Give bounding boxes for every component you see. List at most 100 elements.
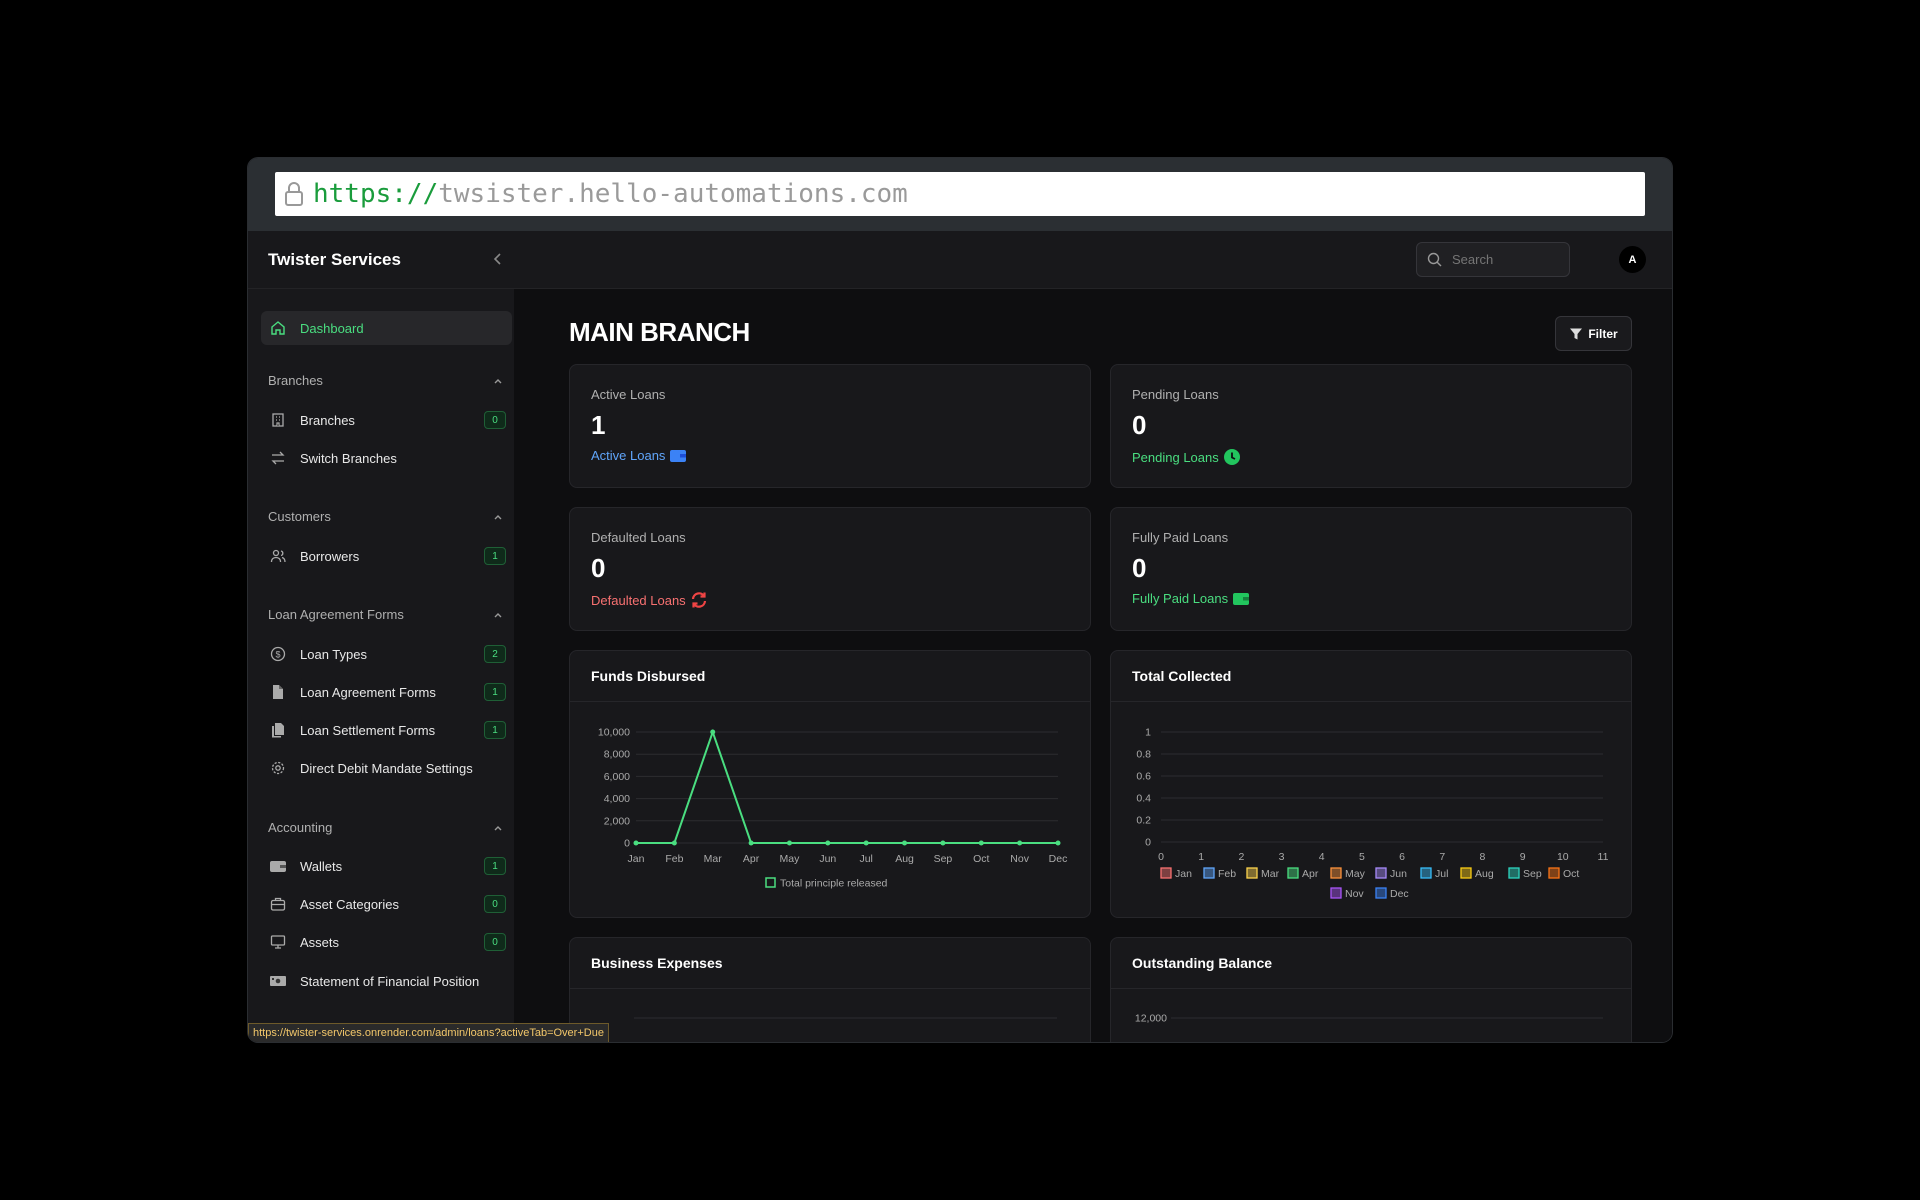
card-label: Pending Loans bbox=[1132, 387, 1219, 402]
gear-icon bbox=[269, 759, 287, 777]
card-label: Active Loans bbox=[591, 387, 666, 402]
sidebar-item-loan-settlement-forms[interactable]: Loan Settlement Forms 1 bbox=[261, 713, 512, 747]
x-tick-label: 7 bbox=[1439, 851, 1445, 863]
legend-label: Feb bbox=[1218, 868, 1236, 880]
section-loan-agreement-forms[interactable]: Loan Agreement Forms bbox=[268, 607, 504, 622]
legend-swatch bbox=[1246, 867, 1258, 879]
data-point bbox=[825, 840, 831, 846]
sidebar: Dashboard Branches Branches 0 Switch Bra… bbox=[248, 289, 514, 1042]
x-tick-label: May bbox=[780, 853, 801, 865]
sidebar-item-statement-of-financial-position[interactable]: Statement of Financial Position bbox=[261, 964, 512, 998]
panel-outstanding-balance: Outstanding Balance 12,000 bbox=[1110, 937, 1632, 1042]
x-tick-label: 3 bbox=[1279, 851, 1285, 863]
legend-label: Sep bbox=[1523, 868, 1542, 880]
search-input[interactable] bbox=[1450, 251, 1564, 268]
legend-label: Apr bbox=[1302, 868, 1319, 880]
x-tick-label: Jul bbox=[859, 853, 872, 865]
total-collected-chart: 00.20.40.60.810 1 2 3 4 5 6 7 8 9 10 11Jan Feb Mar Apr… bbox=[1136, 727, 1609, 901]
clock-icon bbox=[1223, 449, 1240, 465]
funds-disbursed-chart: 0 2,000 4,000 6,000 8,000 10,000 Jan Feb Mar Apr M… bbox=[598, 727, 1067, 890]
legend-swatch bbox=[1375, 867, 1387, 879]
legend-label: Jan bbox=[1175, 868, 1192, 880]
sidebar-item-borrowers[interactable]: Borrowers 1 bbox=[261, 539, 512, 573]
card-link-label: Fully Paid Loans bbox=[1132, 591, 1229, 606]
legend-swatch bbox=[1203, 867, 1215, 879]
sidebar-item-branches[interactable]: Branches 0 bbox=[261, 403, 512, 437]
arrows-swap-icon bbox=[269, 449, 287, 467]
refresh-icon bbox=[691, 592, 706, 608]
section-accounting[interactable]: Accounting bbox=[268, 820, 504, 835]
card-value: 0 bbox=[1132, 553, 1147, 583]
active-loans-link[interactable]: Active Loans bbox=[591, 448, 687, 463]
panel-title: Outstanding Balance bbox=[1111, 938, 1631, 989]
x-tick-label: Apr bbox=[743, 853, 760, 865]
sidebar-item-label: Borrowers bbox=[300, 548, 360, 564]
sidebar-item-loan-agreement-forms[interactable]: Loan Agreement Forms 1 bbox=[261, 675, 512, 709]
monitor-icon bbox=[269, 933, 287, 951]
legend-swatch bbox=[765, 877, 776, 888]
section-customers[interactable]: Customers bbox=[268, 509, 504, 524]
sidebar-item-loan-types[interactable]: $ Loan Types 2 bbox=[261, 637, 512, 671]
address-bar[interactable]: https://twsister.hello-automations.com bbox=[275, 172, 1645, 216]
legend-label: Nov bbox=[1345, 888, 1364, 900]
defaulted-loans-link[interactable]: Defaulted Loans bbox=[591, 591, 708, 609]
data-point bbox=[671, 840, 677, 846]
panel-funds-disbursed: Funds Disbursed 0 2,000 4,000 6,000 8,000 10,… bbox=[569, 650, 1091, 918]
card-link-label: Pending Loans bbox=[1132, 449, 1219, 465]
sidebar-item-dashboard[interactable]: Dashboard bbox=[261, 311, 512, 345]
legend-swatch bbox=[1375, 887, 1387, 899]
y-tick-label: 0 bbox=[1145, 837, 1151, 849]
panel-total-collected: Total Collected 0 0.2 0.4 0.6 0.8 1 0 1 2 3 4 5 6 7 8 9… bbox=[1110, 650, 1632, 918]
users-icon bbox=[269, 547, 287, 565]
legend-swatch bbox=[1287, 867, 1299, 879]
legend-swatch bbox=[1420, 867, 1432, 879]
sidebar-item-label: Loan Agreement Forms bbox=[300, 684, 436, 700]
main-content: MAIN BRANCH Filter Active Loans 1 Active… bbox=[514, 289, 1672, 1042]
filter-button[interactable]: Filter bbox=[1555, 316, 1632, 351]
legend-swatch bbox=[1508, 867, 1520, 879]
legend-swatch bbox=[1548, 867, 1560, 879]
avatar[interactable]: A bbox=[1619, 246, 1646, 273]
section-branches[interactable]: Branches bbox=[268, 373, 504, 388]
data-point bbox=[1017, 840, 1023, 846]
browser-toolbar: https://twsister.hello-automations.com bbox=[248, 158, 1672, 231]
business-expenses-chart bbox=[634, 1017, 1057, 1019]
x-tick-label: 5 bbox=[1359, 851, 1365, 863]
sidebar-item-assets[interactable]: Assets 0 bbox=[261, 925, 512, 959]
sidebar-item-label: Asset Categories bbox=[300, 896, 399, 912]
data-point bbox=[710, 729, 716, 735]
collapse-sidebar-icon[interactable] bbox=[488, 248, 508, 270]
x-tick-label: Sep bbox=[934, 853, 953, 865]
url-host: twsister.hello-automations.com bbox=[438, 179, 908, 209]
briefcase-icon bbox=[269, 895, 287, 913]
legend-label: Oct bbox=[1563, 868, 1579, 880]
card-fully-paid-loans: Fully Paid Loans 0 Fully Paid Loans bbox=[1110, 507, 1632, 631]
sidebar-item-direct-debit[interactable]: Direct Debit Mandate Settings bbox=[261, 751, 512, 785]
x-tick-label: 4 bbox=[1319, 851, 1325, 863]
x-tick-label: 6 bbox=[1399, 851, 1405, 863]
sidebar-item-asset-categories[interactable]: Asset Categories 0 bbox=[261, 887, 512, 921]
sidebar-item-switch-branches[interactable]: Switch Branches bbox=[261, 441, 512, 475]
legend-label: Jul bbox=[1435, 868, 1448, 880]
app-header: Twister Services A bbox=[248, 231, 1672, 289]
legend-label: Jun bbox=[1390, 868, 1407, 880]
legend-label: Total principle released bbox=[780, 878, 888, 890]
search-box[interactable] bbox=[1416, 242, 1570, 277]
count-badge: 0 bbox=[484, 895, 506, 913]
sidebar-item-label: Branches bbox=[300, 412, 355, 428]
sidebar-item-wallets[interactable]: Wallets 1 bbox=[261, 849, 512, 883]
panel-business-expenses: Business Expenses bbox=[569, 937, 1091, 1042]
legend-swatch bbox=[1330, 887, 1342, 899]
x-tick-label: 11 bbox=[1598, 851, 1609, 863]
section-label: Loan Agreement Forms bbox=[268, 607, 404, 622]
count-badge: 1 bbox=[484, 721, 506, 739]
y-tick-label: 2,000 bbox=[604, 815, 630, 827]
legend-label: Dec bbox=[1390, 888, 1409, 900]
data-point bbox=[940, 840, 946, 846]
x-tick-label: 10 bbox=[1557, 851, 1569, 863]
section-label: Branches bbox=[268, 373, 323, 388]
search-icon bbox=[1427, 252, 1442, 267]
fully-paid-loans-link[interactable]: Fully Paid Loans bbox=[1132, 591, 1250, 606]
brand-title: Twister Services bbox=[268, 250, 401, 269]
pending-loans-link[interactable]: Pending Loans bbox=[1132, 448, 1241, 466]
